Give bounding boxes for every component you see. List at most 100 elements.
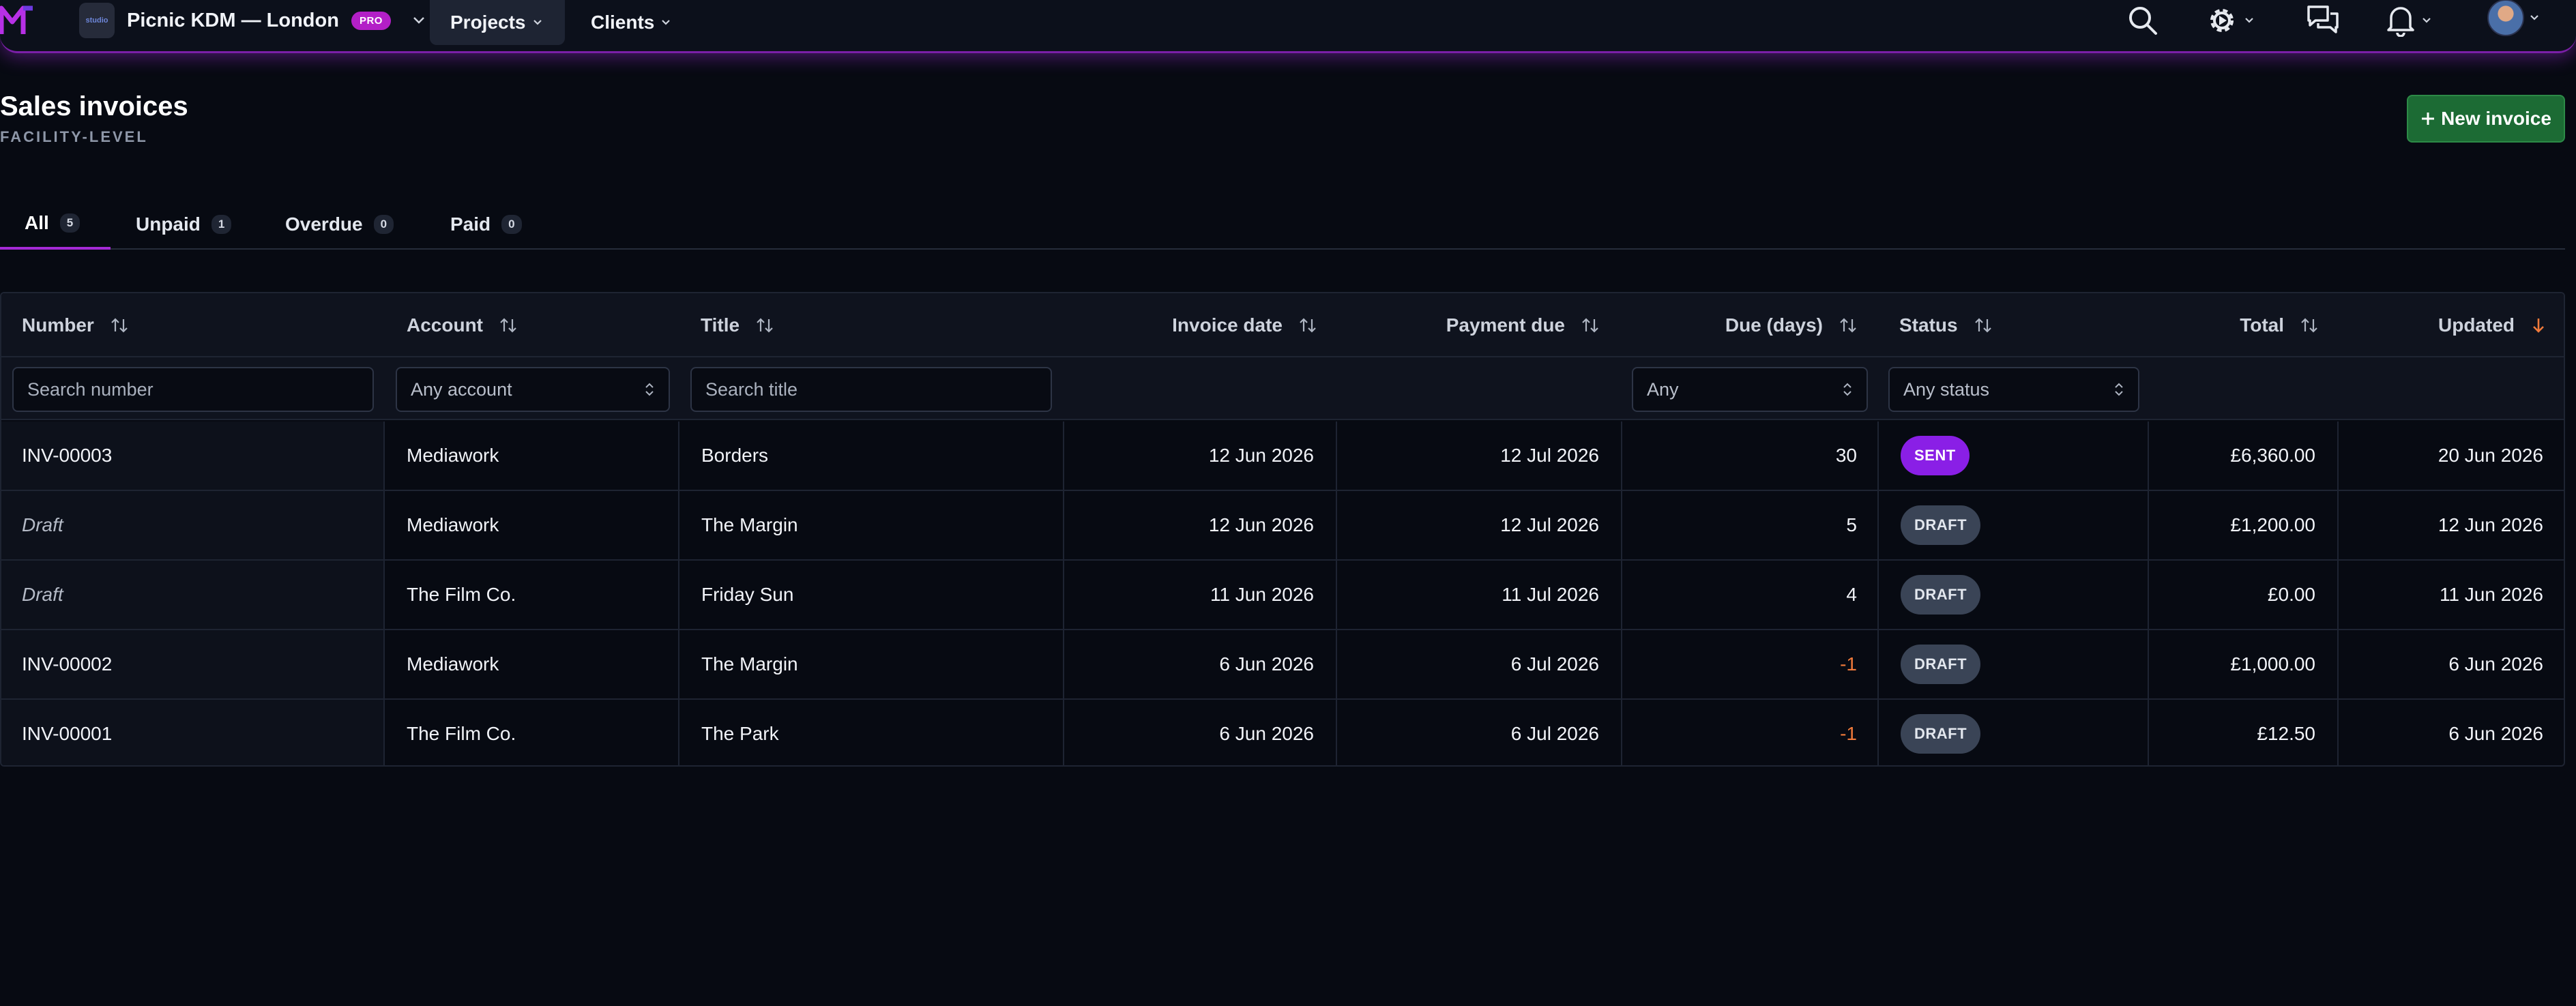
column-account[interactable]: Account: [407, 293, 517, 357]
status-badge: DRAFT: [1901, 714, 1981, 754]
column-label: Number: [22, 314, 94, 336]
status-filter-value: Any status: [1903, 379, 1990, 400]
cell-text: 12 Jun 2026: [2438, 514, 2543, 535]
cell-text: 30: [1835, 445, 1857, 466]
column-label: Title: [701, 314, 740, 336]
tab-paid[interactable]: Paid 0: [426, 199, 546, 250]
cell-title: Friday Sun: [679, 561, 1064, 629]
cell-text: The Margin: [701, 514, 798, 535]
cell-text[interactable]: INV-00002: [22, 653, 112, 675]
tab-count: 1: [211, 215, 232, 234]
search-button[interactable]: [2127, 4, 2158, 37]
app-logo-icon[interactable]: [0, 4, 35, 37]
column-label: Status: [1899, 314, 1958, 336]
cell-payment-due: 6 Jul 2026: [1337, 630, 1622, 698]
filter-row: Any account Any Any status: [1, 357, 2564, 420]
table-row[interactable]: INV-00001 The Film Co. The Park 6 Jun 2026 6…: [1, 700, 2564, 765]
cell-updated: 11 Jun 2026: [2339, 561, 2564, 629]
sort-desc-icon[interactable]: [2531, 316, 2546, 334]
table-row[interactable]: Draft The Film Co. Friday Sun 11 Jun 2026 11…: [1, 561, 2564, 630]
sort-icon[interactable]: [1581, 316, 1599, 334]
table-row[interactable]: INV-00002 Mediawork The Margin 6 Jun 2026 6 …: [1, 630, 2564, 700]
select-arrows-icon: [645, 383, 654, 396]
notifications-button[interactable]: [2385, 4, 2431, 37]
sort-icon[interactable]: [2300, 316, 2318, 334]
cell-number: INV-00001: [1, 700, 385, 765]
cell-payment-due: 12 Jul 2026: [1337, 491, 1622, 559]
cell-due-days: -1: [1622, 630, 1879, 698]
cell-text[interactable]: Draft: [22, 584, 63, 606]
column-invoice-date[interactable]: Invoice date: [1066, 293, 1317, 357]
sort-icon[interactable]: [1839, 316, 1857, 334]
cell-text: 12 Jul 2026: [1500, 514, 1599, 535]
column-label: Due (days): [1725, 314, 1823, 336]
sort-icon[interactable]: [1299, 316, 1317, 334]
tab-overdue[interactable]: Overdue 0: [261, 199, 418, 250]
cell-total: £12.50: [2149, 700, 2339, 765]
new-invoice-button[interactable]: New invoice: [2407, 95, 2565, 143]
cell-text: -1: [1840, 723, 1857, 744]
table-header: Number Account Title Invoice date Paymen…: [1, 293, 2564, 357]
select-arrows-icon: [2115, 383, 2123, 396]
cell-text: -1: [1840, 653, 1857, 675]
cell-text[interactable]: INV-00001: [22, 723, 112, 745]
table-row[interactable]: Draft Mediawork The Margin 12 Jun 2026 12 Ju…: [1, 491, 2564, 561]
cell-due-days: 5: [1622, 491, 1879, 559]
column-due-days[interactable]: Due (days): [1625, 293, 1857, 357]
column-updated[interactable]: Updated: [2334, 293, 2546, 357]
status-tabs: All 5 Unpaid 1 Overdue 0 Paid 0: [0, 199, 2565, 250]
chevron-down-icon: [662, 20, 671, 25]
user-menu[interactable]: [2487, 0, 2539, 36]
cell-text: 6 Jun 2026: [1219, 653, 1314, 675]
cell-text: The Film Co.: [407, 584, 516, 605]
cell-invoice-date: 6 Jun 2026: [1064, 630, 1337, 698]
avatar: [2487, 0, 2524, 36]
column-total[interactable]: Total: [2143, 293, 2318, 357]
cell-text[interactable]: Draft: [22, 514, 63, 536]
sort-icon[interactable]: [499, 316, 517, 334]
org-switcher[interactable]: studio Picnic KDM — London PRO: [79, 1, 425, 40]
account-filter-select[interactable]: Any account: [396, 367, 670, 412]
search-number-input[interactable]: [12, 367, 374, 412]
nav-clients[interactable]: Clients: [570, 0, 691, 45]
cell-updated: 6 Jun 2026: [2339, 630, 2564, 698]
org-name: Picnic KDM — London: [127, 9, 339, 31]
cell-text[interactable]: INV-00003: [22, 445, 112, 467]
cell-text: £1,000.00: [2230, 653, 2315, 675]
cell-total: £1,000.00: [2149, 630, 2339, 698]
cell-total: £1,200.00: [2149, 491, 2339, 559]
column-status[interactable]: Status: [1899, 293, 1992, 357]
cell-text: 6 Jul 2026: [1510, 723, 1599, 744]
status-filter-select[interactable]: Any status: [1888, 367, 2139, 412]
column-payment-due[interactable]: Payment due: [1338, 293, 1599, 357]
column-title[interactable]: Title: [701, 293, 774, 357]
cell-payment-due: 11 Jul 2026: [1337, 561, 1622, 629]
cell-text: 11 Jun 2026: [1210, 584, 1314, 605]
cell-payment-due: 6 Jul 2026: [1337, 700, 1622, 765]
cell-account: Mediawork: [385, 491, 679, 559]
nav-projects[interactable]: Projects: [430, 0, 565, 45]
top-bar: studio Picnic KDM — London PRO Projects …: [0, 0, 2576, 53]
settings-button[interactable]: [2205, 4, 2254, 37]
tab-all[interactable]: All 5: [0, 199, 111, 250]
cell-text: £6,360.00: [2230, 445, 2315, 466]
sort-icon[interactable]: [1974, 316, 1992, 334]
cell-text: 4: [1846, 584, 1857, 605]
org-avatar: studio: [79, 3, 115, 38]
sort-icon[interactable]: [756, 316, 774, 334]
column-number[interactable]: Number: [22, 293, 128, 357]
cell-status: DRAFT: [1879, 700, 2149, 765]
sort-icon[interactable]: [111, 316, 128, 334]
table-row[interactable]: INV-00003 Mediawork Borders 12 Jun 2026 12 J…: [1, 421, 2564, 491]
cell-status: DRAFT: [1879, 491, 2149, 559]
cell-text: Mediawork: [407, 514, 499, 535]
tab-unpaid[interactable]: Unpaid 1: [111, 199, 256, 250]
cell-account: The Film Co.: [385, 700, 679, 765]
cell-updated: 20 Jun 2026: [2339, 421, 2564, 490]
messages-button[interactable]: [2306, 4, 2340, 37]
cell-text: 6 Jul 2026: [1510, 653, 1599, 675]
due-filter-select[interactable]: Any: [1632, 367, 1868, 412]
cell-text: Mediawork: [407, 445, 499, 466]
search-title-input[interactable]: [690, 367, 1052, 412]
page-subtitle: FACILITY-LEVEL: [0, 128, 148, 145]
